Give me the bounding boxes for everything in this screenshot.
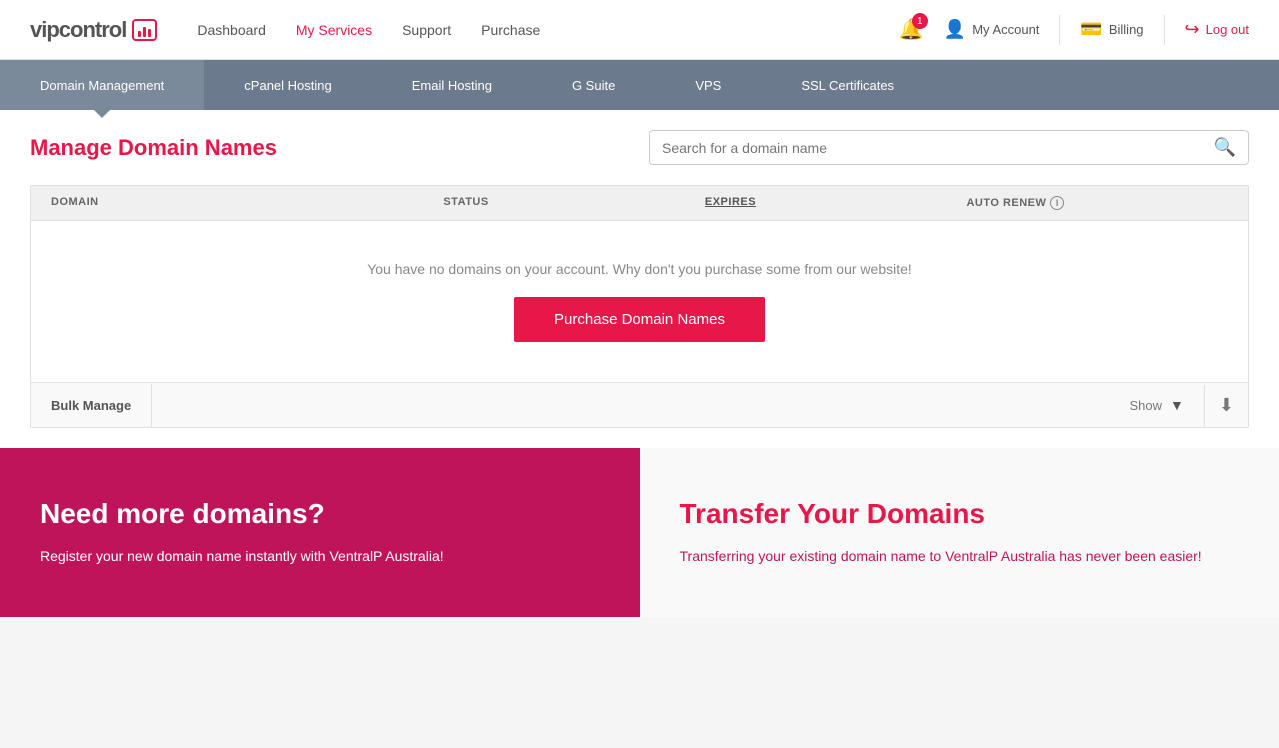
billing-label: Billing bbox=[1109, 22, 1144, 37]
page-title: Manage Domain Names bbox=[30, 135, 277, 161]
nav-dashboard[interactable]: Dashboard bbox=[197, 22, 266, 38]
divider2 bbox=[1164, 15, 1165, 45]
logout-label: Log out bbox=[1206, 22, 1249, 37]
search-box: 🔍 bbox=[649, 130, 1249, 165]
subnav-cpanel-hosting[interactable]: cPanel Hosting bbox=[204, 60, 371, 110]
show-area: Show ▼ bbox=[1110, 383, 1204, 427]
main-content: Manage Domain Names 🔍 DOMAIN STATUS EXPI… bbox=[0, 110, 1279, 448]
logo-bars bbox=[138, 23, 151, 37]
col-expires[interactable]: EXPIRES bbox=[705, 196, 967, 210]
bar2 bbox=[143, 27, 146, 37]
my-account-label: My Account bbox=[972, 22, 1039, 37]
bulk-manage-label: Bulk Manage bbox=[31, 384, 152, 427]
page-header: Manage Domain Names 🔍 bbox=[30, 130, 1249, 165]
info-icon[interactable]: i bbox=[1050, 196, 1064, 210]
bar1 bbox=[138, 31, 141, 37]
promo-left-title: Need more domains? bbox=[40, 498, 600, 530]
logo-icon bbox=[132, 19, 157, 41]
nav-purchase[interactable]: Purchase bbox=[481, 22, 540, 38]
purchase-domain-button[interactable]: Purchase Domain Names bbox=[514, 297, 765, 342]
my-account-button[interactable]: 👤 My Account bbox=[944, 19, 1040, 40]
billing-button[interactable]: 💳 Billing bbox=[1080, 19, 1143, 40]
notification-button[interactable]: 🔔 1 bbox=[899, 17, 924, 42]
chevron-down-icon: ▼ bbox=[1170, 397, 1184, 413]
promo-left: Need more domains? Register your new dom… bbox=[0, 448, 640, 617]
empty-state: You have no domains on your account. Why… bbox=[31, 221, 1248, 382]
logout-icon: ↪ bbox=[1185, 19, 1200, 40]
subnav-email-hosting[interactable]: Email Hosting bbox=[372, 60, 532, 110]
search-icon[interactable]: 🔍 bbox=[1214, 137, 1236, 158]
promo-left-description: Register your new domain name instantly … bbox=[40, 546, 600, 567]
billing-icon: 💳 bbox=[1080, 19, 1102, 40]
table-header: DOMAIN STATUS EXPIRES AUTO RENEW i bbox=[31, 186, 1248, 221]
logo[interactable]: vipcontrol bbox=[30, 17, 157, 43]
domain-table: DOMAIN STATUS EXPIRES AUTO RENEW i You h… bbox=[30, 185, 1249, 428]
subnav-gsuite[interactable]: G Suite bbox=[532, 60, 655, 110]
bar3 bbox=[148, 29, 151, 37]
header-right: 🔔 1 👤 My Account 💳 Billing ↪ Log out bbox=[899, 15, 1249, 45]
logout-button[interactable]: ↪ Log out bbox=[1185, 19, 1249, 40]
subnav-domain-management[interactable]: Domain Management bbox=[0, 60, 204, 110]
promo-right-description: Transferring your existing domain name t… bbox=[680, 546, 1240, 567]
account-icon: 👤 bbox=[944, 19, 966, 40]
download-button[interactable]: ⬇ bbox=[1204, 385, 1248, 426]
empty-message: You have no domains on your account. Why… bbox=[51, 261, 1228, 277]
header: vipcontrol Dashboard My Services Support… bbox=[0, 0, 1279, 60]
search-input[interactable] bbox=[662, 140, 1214, 156]
subnav-ssl-certificates[interactable]: SSL Certificates bbox=[761, 60, 934, 110]
logo-text: vipcontrol bbox=[30, 17, 126, 43]
notification-badge: 1 bbox=[912, 13, 928, 29]
nav-support[interactable]: Support bbox=[402, 22, 451, 38]
show-dropdown[interactable]: ▼ bbox=[1170, 397, 1184, 413]
promo-right-title: Transfer Your Domains bbox=[680, 498, 1240, 530]
show-label: Show bbox=[1130, 398, 1163, 413]
table-footer: Bulk Manage Show ▼ ⬇ bbox=[31, 382, 1248, 427]
logo-control: control bbox=[59, 17, 127, 42]
subnav-vps[interactable]: VPS bbox=[655, 60, 761, 110]
promo-section: Need more domains? Register your new dom… bbox=[0, 448, 1279, 617]
promo-right: Transfer Your Domains Transferring your … bbox=[640, 448, 1279, 617]
nav-my-services[interactable]: My Services bbox=[296, 22, 372, 38]
col-auto-renew-label: AUTO RENEW bbox=[966, 197, 1046, 209]
divider bbox=[1059, 15, 1060, 45]
col-domain: DOMAIN bbox=[51, 196, 443, 210]
col-status: STATUS bbox=[443, 196, 705, 210]
sub-nav: Domain Management cPanel Hosting Email H… bbox=[0, 60, 1279, 110]
main-nav: Dashboard My Services Support Purchase bbox=[197, 22, 540, 38]
logo-vip: vip bbox=[30, 17, 59, 42]
col-auto-renew: AUTO RENEW i bbox=[966, 196, 1228, 210]
